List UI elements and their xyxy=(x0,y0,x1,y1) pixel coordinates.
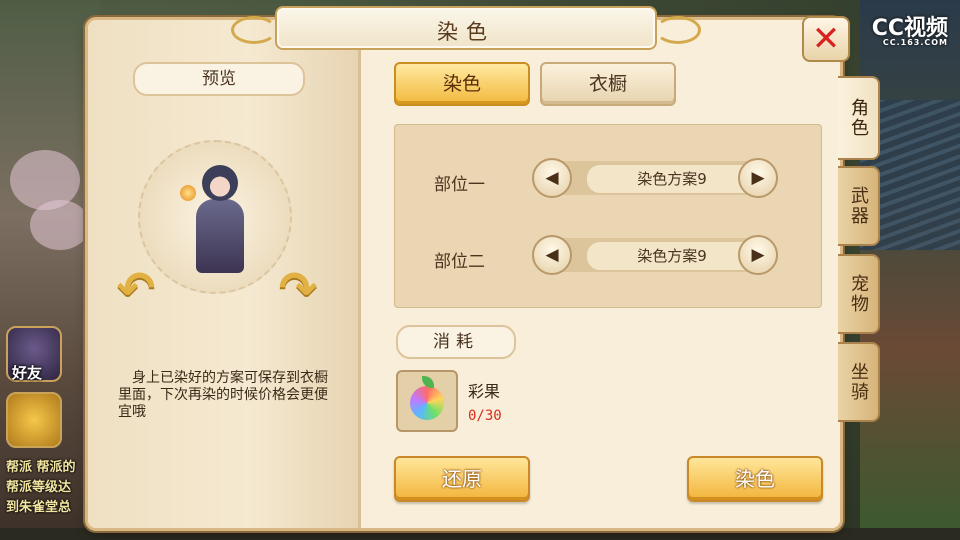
title-bar: 染色 xyxy=(231,6,701,50)
tab-wardrobe[interactable]: 衣橱 xyxy=(540,62,676,106)
part-two-next-button[interactable]: ▶ xyxy=(738,235,778,275)
watermark-site: CC.163.COM xyxy=(882,38,948,47)
preview-label: 预览 xyxy=(133,62,305,96)
preview-description: 身上已染好的方案可保存到衣橱里面，下次再染的时候价格会更便宜哦 xyxy=(118,370,328,420)
part-two-label: 部位二 xyxy=(434,252,485,272)
side-tab-mount[interactable]: 坐骑 xyxy=(838,342,880,422)
rotate-left-icon[interactable]: ↶ xyxy=(116,262,156,314)
orb-icon xyxy=(180,185,196,201)
side-tab-character[interactable]: 角色 xyxy=(838,76,880,160)
dye-button[interactable]: 染色 xyxy=(687,456,823,502)
close-button[interactable]: ✕ xyxy=(802,16,850,62)
chat-line: 到朱雀堂总 xyxy=(6,500,72,515)
bottom-chat-strip xyxy=(0,528,960,540)
restore-button[interactable]: 还原 xyxy=(394,456,530,502)
watermark: CC视频 CC.163.COM xyxy=(872,10,948,47)
side-tab-pet[interactable]: 宠物 xyxy=(838,254,880,334)
friends-label: 好友 xyxy=(12,364,43,382)
triangle-left-icon: ◀ xyxy=(545,168,559,188)
part-two-scheme: 染色方案9 xyxy=(586,241,758,271)
character-body xyxy=(196,199,244,273)
window-title: 染色 xyxy=(437,20,495,44)
part-one-label: 部位一 xyxy=(434,175,485,195)
chat-line: 帮派等级达 xyxy=(6,480,72,495)
rainbow-fruit-icon xyxy=(410,386,444,420)
blossom-tree xyxy=(30,200,90,250)
part-one-next-button[interactable]: ▶ xyxy=(738,158,778,198)
character-model[interactable] xyxy=(180,165,250,275)
triangle-left-icon: ◀ xyxy=(545,245,559,265)
part-one-prev-button[interactable]: ◀ xyxy=(532,158,572,198)
item-count: 0/30 xyxy=(468,408,502,424)
chat-button[interactable] xyxy=(6,392,62,448)
part-two-prev-button[interactable]: ◀ xyxy=(532,235,572,275)
tab-dye[interactable]: 染色 xyxy=(394,62,530,106)
parts-box xyxy=(394,124,822,308)
triangle-right-icon: ▶ xyxy=(751,245,765,265)
part-one-scheme: 染色方案9 xyxy=(586,164,758,194)
rotate-right-icon[interactable]: ↷ xyxy=(278,262,318,314)
cost-label: 消耗 xyxy=(396,325,516,359)
item-name: 彩果 xyxy=(468,382,501,401)
chat-line: 帮派 帮派的 xyxy=(6,460,76,475)
close-icon: ✕ xyxy=(811,19,841,59)
triangle-right-icon: ▶ xyxy=(751,168,765,188)
character-head xyxy=(202,165,238,201)
item-slot[interactable] xyxy=(396,370,458,432)
side-tab-weapon[interactable]: 武器 xyxy=(838,166,880,246)
